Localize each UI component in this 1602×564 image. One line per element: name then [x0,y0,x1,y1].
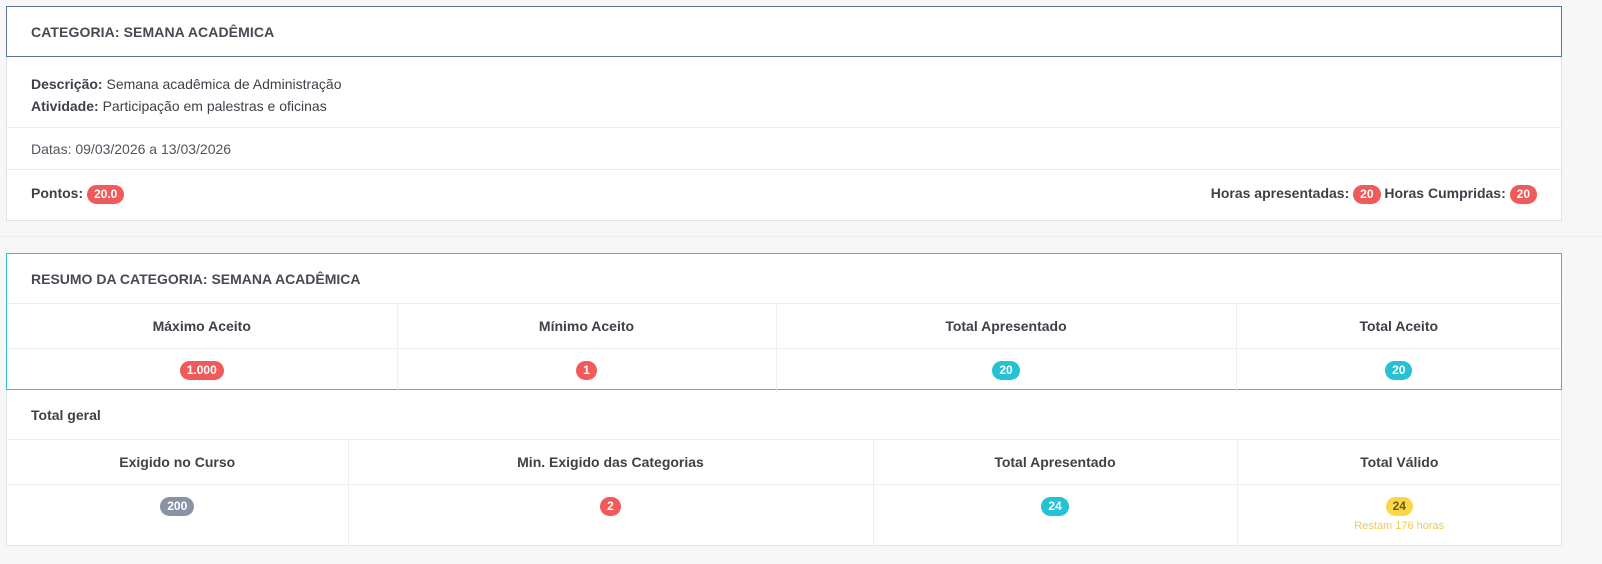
pontos-label: Pontos: [31,185,84,202]
geral-total-apresentado-badge: 24 [1041,497,1069,516]
col-geral-total-apresentado: Total Apresentado [872,440,1237,485]
pontos-row: Pontos: 20.0 Horas apresentadas: 20 Hora… [7,170,1561,219]
geral-header-row: Exigido no Curso Min. Exigido das Catego… [7,440,1561,485]
col-exigido-no-curso: Exigido no Curso [7,440,348,485]
horas-apresentadas-label: Horas apresentadas: [1210,185,1350,202]
cell-total-apresentado: 20 [775,348,1236,392]
resumo-values-row: 1.000 1 20 20 [7,348,1561,393]
total-geral-table: Exigido no Curso Min. Exigido das Catego… [7,440,1561,547]
cell-minimo-aceito: 1 [396,348,776,392]
resumo-table: Máximo Aceito Mínimo Aceito Total Aprese… [7,304,1561,392]
descricao-line: Descrição: Semana acadêmica de Administr… [31,73,1537,95]
minimo-aceito-badge: 1 [576,361,597,380]
geral-values-row: 200 2 24 24 Restam 176 horas [7,484,1561,547]
cell-total-valido: 24 Restam 176 horas [1236,484,1561,547]
cell-exigido-no-curso: 200 [7,485,348,547]
horas-cumpridas-label: Horas Cumpridas: [1384,185,1506,202]
summary-card: RESUMO DA CATEGORIA: SEMANA ACADÊMICA Má… [6,253,1562,547]
restam-horas-text: Restam 176 horas [1354,520,1445,532]
col-minimo-aceito: Mínimo Aceito [396,304,776,349]
col-total-aceito: Total Aceito [1235,304,1561,349]
col-total-apresentado: Total Apresentado [775,304,1236,349]
cell-maximo-aceito: 1.000 [7,349,397,393]
descricao-label: Descrição: [31,76,103,92]
total-valido-badge: 24 [1385,497,1413,516]
horas-group: Horas apresentadas: 20 Horas Cumpridas: … [1211,185,1537,204]
categoria-header: CATEGORIA: SEMANA ACADÊMICA [6,6,1562,57]
maximo-aceito-badge: 1.000 [179,361,224,380]
exigido-no-curso-badge: 200 [160,497,195,516]
categoria-card: CATEGORIA: SEMANA ACADÊMICA Descrição: S… [6,6,1562,221]
atividade-line: Atividade: Participação em palestras e o… [31,95,1537,117]
pontos-group: Pontos: 20.0 [31,185,125,204]
pontos-badge: 20.0 [87,185,125,204]
total-geral-title: Total geral [7,390,1561,440]
horas-cumpridas-badge: 20 [1509,185,1537,204]
col-min-exigido-categorias: Min. Exigido das Categorias [347,440,873,485]
resumo-panel: RESUMO DA CATEGORIA: SEMANA ACADÊMICA Má… [6,253,1562,392]
descricao-block: Descrição: Semana acadêmica de Administr… [7,57,1561,128]
min-exigido-badge: 2 [600,497,621,516]
total-apresentado-badge: 20 [992,361,1020,380]
cell-total-aceito: 20 [1235,348,1561,392]
cell-min-exigido-categorias: 2 [347,484,873,547]
datas-text: Datas: 09/03/2026 a 13/03/2026 [7,128,1561,170]
resumo-header-row: Máximo Aceito Mínimo Aceito Total Aprese… [7,304,1561,349]
section-divider [0,236,1602,237]
descricao-value: Semana acadêmica de Administração [106,76,342,92]
atividade-value: Participação em palestras e oficinas [102,98,327,114]
resumo-header: RESUMO DA CATEGORIA: SEMANA ACADÊMICA [7,254,1561,304]
atividade-label: Atividade: [31,98,99,114]
col-maximo-aceito: Máximo Aceito [7,304,397,349]
col-total-valido: Total Válido [1236,440,1561,485]
cell-geral-total-apresentado: 24 [872,484,1237,547]
total-aceito-badge: 20 [1385,361,1413,380]
horas-apresentadas-badge: 20 [1353,185,1381,204]
